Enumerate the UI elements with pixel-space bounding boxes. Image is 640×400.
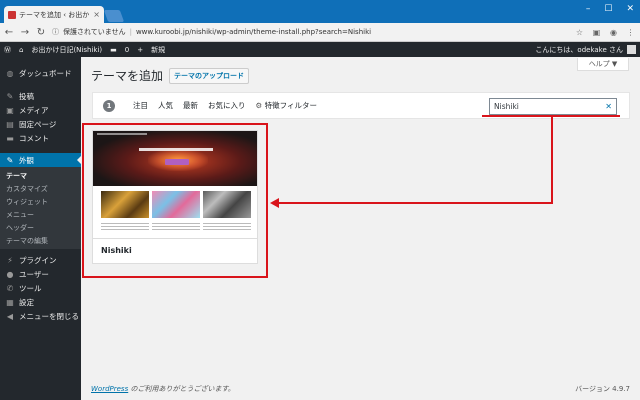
sidebar-item-label: 外観 <box>19 155 34 165</box>
result-count-badge: 1 <box>103 99 115 112</box>
tab-close-icon[interactable]: × <box>93 10 100 19</box>
sidebar-item-label: 固定ページ <box>19 119 57 129</box>
sidebar-item-label: プラグイン <box>19 255 57 265</box>
favicon-icon <box>8 10 16 19</box>
collapse-icon: ◀ <box>6 311 14 321</box>
extension2-icon[interactable]: ◉ <box>608 27 619 38</box>
help-tab-button[interactable]: ヘルプ ▼ <box>577 58 629 71</box>
avatar[interactable] <box>627 45 636 54</box>
forward-icon[interactable]: → <box>20 27 30 38</box>
address-toolbar: ← → ↻ ⓘ 保護されていません | www.kuroobi.jp/nishi… <box>0 23 640 42</box>
url-separator: | <box>129 28 132 36</box>
plugin-icon: ⚡ <box>7 255 13 265</box>
sidebar-item-label: メディア <box>19 105 49 115</box>
page-header: テーマを追加 テーマのアップロード <box>91 67 250 84</box>
arrow-head-icon <box>270 198 279 208</box>
star-icon[interactable]: ☆ <box>574 27 585 38</box>
appearance-submenu: テーマ カスタマイズ ウィジェット メニュー ヘッダー テーマの編集 <box>0 167 81 249</box>
filter-favorites[interactable]: お気に入り <box>208 100 246 111</box>
security-status: 保護されていません <box>63 28 126 36</box>
window-controls: – ☐ ✕ <box>586 4 634 14</box>
filter-featured[interactable]: 注目 <box>133 100 148 111</box>
greeting[interactable]: こんにちは、odekake さん <box>535 45 623 55</box>
extension-icon[interactable]: ▣ <box>591 27 602 38</box>
sidebar-item-pages[interactable]: ▤ 固定ページ <box>0 117 81 131</box>
wordpress-link[interactable]: WordPress <box>91 385 128 393</box>
annotation-arrow-vertical <box>551 116 553 204</box>
user-icon: ● <box>6 269 14 279</box>
admin-bar: Ⓦ ⌂ お出かけ日記(Nishiki) ▬ 0 + 新規 こんにちは、odeka… <box>0 42 640 57</box>
feature-filter-label: 特徴フィルター <box>264 101 317 110</box>
submenu-customize[interactable]: カスタマイズ <box>0 182 81 195</box>
settings-icon: ▦ <box>6 297 14 307</box>
tool-icon: ✆ <box>6 283 14 293</box>
dashboard-icon: ◍ <box>6 68 14 78</box>
sidebar-item-collapse[interactable]: ◀ メニューを閉じる <box>0 309 81 323</box>
sidebar-item-label: ツール <box>19 283 42 293</box>
close-window-icon[interactable]: ✕ <box>626 4 634 14</box>
search-value: Nishiki <box>494 102 519 111</box>
sidebar-item-label: コメント <box>19 133 49 143</box>
minimize-icon[interactable]: – <box>586 4 591 14</box>
pin-icon: ✎ <box>6 91 14 101</box>
sidebar-item-settings[interactable]: ▦ 設定 <box>0 295 81 309</box>
footer-thanks-text: のご利用ありがとうございます。 <box>128 385 235 393</box>
comment-icon: ▬ <box>6 133 14 143</box>
comments-count[interactable]: 0 <box>125 46 129 54</box>
appearance-icon: ✎ <box>6 155 14 165</box>
sidebar-item-plugins[interactable]: ⚡ プラグイン <box>0 253 81 267</box>
footer-thanks: WordPress のご利用ありがとうございます。 <box>91 384 235 394</box>
browser-tab[interactable]: テーマを追加 ‹ お出かけ日記 × <box>4 6 104 23</box>
sidebar-item-label: 設定 <box>19 297 34 307</box>
admin-sidebar: ◍ ダッシュボード ✎ 投稿 ▣ メディア ▤ 固定ページ ▬ コメント ✎ 外観 テーマ … <box>0 57 81 400</box>
submenu-menus[interactable]: メニュー <box>0 208 81 221</box>
submenu-themes[interactable]: テーマ <box>0 169 81 182</box>
sidebar-item-label: ダッシュボード <box>19 68 72 78</box>
new-tab-button[interactable] <box>103 10 125 22</box>
sidebar-item-label: 投稿 <box>19 91 34 101</box>
back-icon[interactable]: ← <box>4 27 14 38</box>
submenu-theme-editor[interactable]: テーマの編集 <box>0 234 81 247</box>
theme-search-input[interactable]: Nishiki ✕ <box>489 98 617 115</box>
address-bar[interactable]: ⓘ 保護されていません | www.kuroobi.jp/nishiki/wp-… <box>52 25 568 39</box>
sidebar-item-users[interactable]: ● ユーザー <box>0 267 81 281</box>
wordpress-logo-icon[interactable]: Ⓦ <box>4 45 11 55</box>
submenu-widgets[interactable]: ウィジェット <box>0 195 81 208</box>
sidebar-item-comments[interactable]: ▬ コメント <box>0 131 81 145</box>
filter-latest[interactable]: 最新 <box>183 100 198 111</box>
menu-icon[interactable]: ⋮ <box>625 27 636 38</box>
page-icon: ▤ <box>6 119 14 129</box>
sidebar-item-tools[interactable]: ✆ ツール <box>0 281 81 295</box>
sidebar-item-label: ユーザー <box>19 269 49 279</box>
home-icon[interactable]: ⌂ <box>19 46 23 54</box>
new-link[interactable]: 新規 <box>151 45 165 55</box>
new-plus-icon[interactable]: + <box>137 46 143 54</box>
clear-search-icon[interactable]: ✕ <box>605 102 612 111</box>
sidebar-item-label: メニューを閉じる <box>19 311 79 321</box>
version-text: バージョン 4.9.7 <box>575 385 630 393</box>
feature-filter-button[interactable]: ⚙ 特徴フィルター <box>256 100 317 111</box>
highlight-box <box>82 123 268 278</box>
filter-popular[interactable]: 人気 <box>158 100 173 111</box>
reload-icon[interactable]: ↻ <box>36 27 46 38</box>
sidebar-item-posts[interactable]: ✎ 投稿 <box>0 89 81 103</box>
sidebar-item-dashboard[interactable]: ◍ ダッシュボード <box>0 66 81 80</box>
sidebar-item-appearance[interactable]: ✎ 外観 <box>0 153 81 167</box>
sidebar-item-media[interactable]: ▣ メディア <box>0 103 81 117</box>
info-icon[interactable]: ⓘ <box>52 27 59 37</box>
comments-icon[interactable]: ▬ <box>110 46 117 54</box>
gear-icon: ⚙ <box>255 101 263 110</box>
submenu-header[interactable]: ヘッダー <box>0 221 81 234</box>
url-text: www.kuroobi.jp/nishiki/wp-admin/theme-in… <box>135 28 372 36</box>
media-icon: ▣ <box>6 105 14 115</box>
tab-title: テーマを追加 ‹ お出かけ日記 <box>19 10 90 19</box>
maximize-icon[interactable]: ☐ <box>604 4 612 14</box>
site-name-link[interactable]: お出かけ日記(Nishiki) <box>31 45 102 55</box>
annotation-arrow-horizontal <box>278 202 553 204</box>
page-title: テーマを追加 <box>91 69 164 83</box>
upload-theme-button[interactable]: テーマのアップロード <box>169 67 250 84</box>
